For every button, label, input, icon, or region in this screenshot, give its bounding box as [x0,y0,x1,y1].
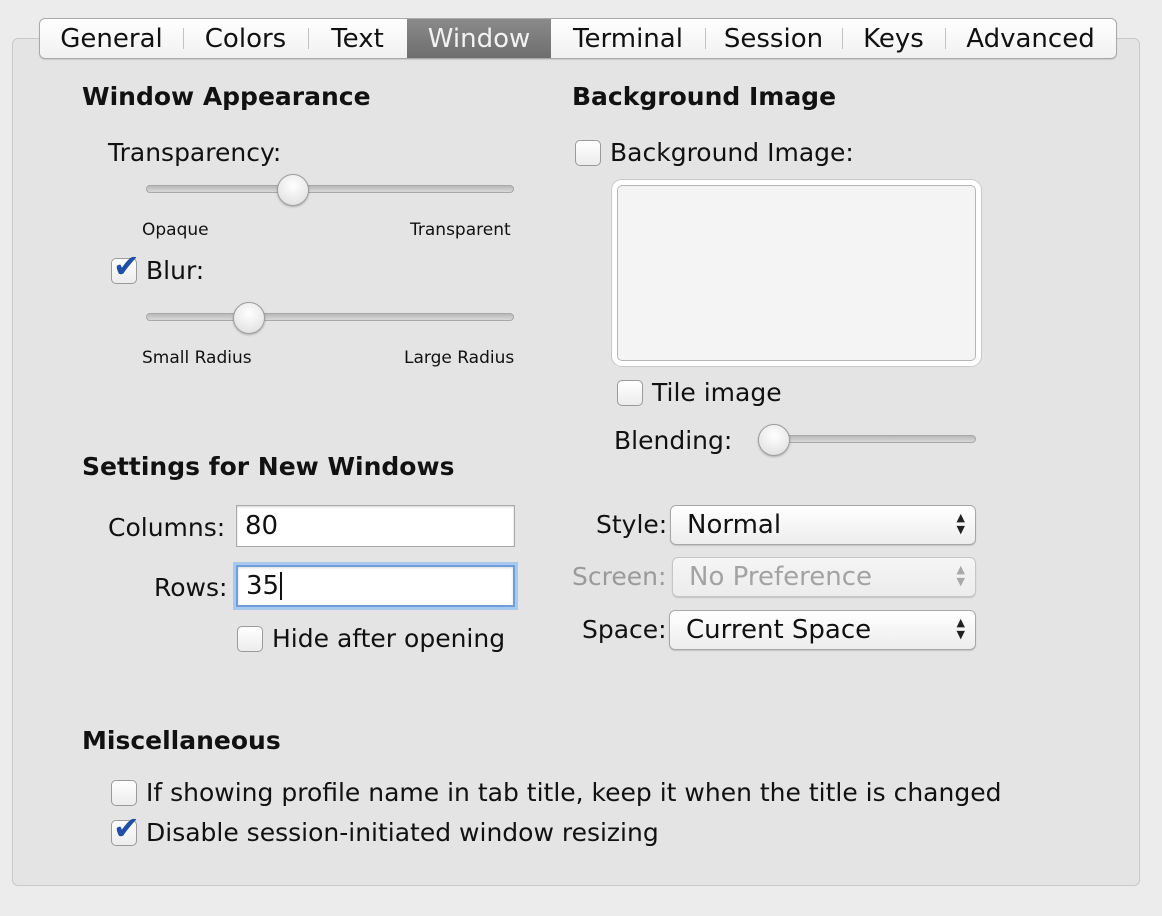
tab-advanced[interactable]: Advanced [945,19,1116,58]
space-popup[interactable]: Current Space ▲ ▼ [669,610,976,650]
tab-colors[interactable]: Colors [183,19,308,58]
tab-session[interactable]: Session [705,19,842,58]
transparency-label: Transparency: [108,138,282,167]
blur-max-label: Large Radius [404,348,515,368]
screen-popup: No Preference ▲ ▼ [672,557,976,597]
background-image-checkbox-label: Background Image: [610,138,854,167]
window-appearance-heading: Window Appearance [82,82,371,111]
hide-after-opening-checkbox[interactable] [237,626,263,652]
background-image-heading: Background Image [572,82,837,111]
blending-slider-knob[interactable] [758,424,790,456]
blur-min-label: Small Radius [142,348,252,368]
tab-terminal[interactable]: Terminal [551,19,705,58]
blur-slider[interactable] [146,302,514,334]
blur-slider-knob[interactable] [233,302,266,334]
blur-checkbox[interactable] [111,250,140,284]
transparency-max-label: Transparent [410,220,511,240]
tile-image-label: Tile image [652,378,782,407]
background-image-checkbox[interactable] [575,140,601,166]
blending-slider[interactable] [758,424,976,456]
transparency-min-label: Opaque [142,220,209,240]
tab-bar: General Colors Text Window Terminal Sess… [39,18,1117,59]
popup-arrows-icon: ▲ ▼ [956,563,965,588]
style-label: Style: [596,510,668,539]
columns-label: Columns: [108,513,226,542]
disable-resizing-checkbox[interactable] [111,812,140,846]
style-popup-value: Normal [687,510,782,540]
blur-label: Blur: [146,256,205,285]
background-image-well[interactable] [612,180,981,366]
tab-general[interactable]: General [40,19,183,58]
miscellaneous-heading: Miscellaneous [82,726,281,755]
popup-arrows-icon: ▲ ▼ [956,616,965,641]
transparency-slider-track [146,185,514,193]
screen-popup-value: No Preference [689,562,872,592]
keep-profile-name-label: If showing profile name in tab title, ke… [146,778,1002,807]
style-popup[interactable]: Normal ▲ ▼ [670,505,976,545]
columns-value: 80 [245,511,279,541]
text-caret [280,572,283,600]
blending-slider-track [758,435,976,443]
tab-keys[interactable]: Keys [842,19,945,58]
new-windows-heading: Settings for New Windows [82,452,455,481]
hide-after-opening-label: Hide after opening [272,624,506,653]
keep-profile-name-checkbox[interactable] [111,780,137,806]
rows-label: Rows: [154,573,228,602]
blending-label: Blending: [614,426,733,455]
space-popup-value: Current Space [686,615,872,645]
transparency-slider[interactable] [146,174,514,206]
tile-image-checkbox[interactable] [617,380,643,406]
tab-window[interactable]: Window [407,19,551,58]
screen-label: Screen: [572,562,667,591]
space-label: Space: [582,615,667,644]
blur-slider-track [146,313,514,321]
disable-resizing-label: Disable session-initiated window resizin… [146,818,659,847]
tab-text[interactable]: Text [308,19,407,58]
columns-field[interactable]: 80 [236,505,515,547]
rows-field[interactable]: 35 [236,565,515,607]
popup-arrows-icon: ▲ ▼ [956,511,965,536]
rows-value: 35 [246,571,280,601]
transparency-slider-knob[interactable] [277,174,310,206]
